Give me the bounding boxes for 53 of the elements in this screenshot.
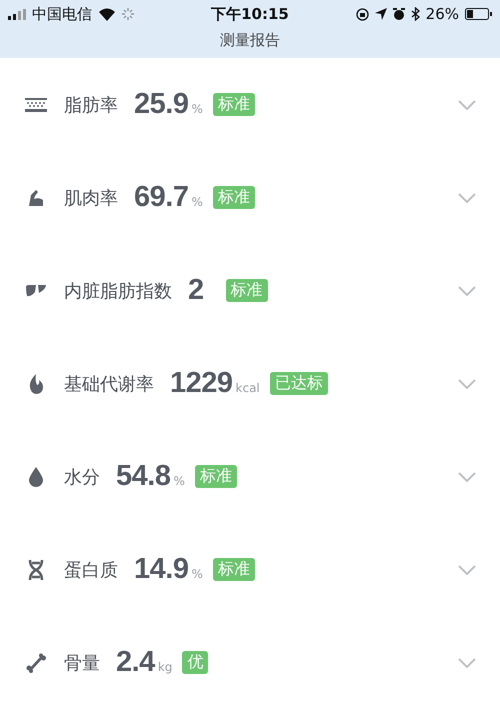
metric-name: 脂肪率 bbox=[64, 94, 118, 116]
alarm-clock-icon bbox=[392, 8, 405, 20]
flexed-arm-icon bbox=[27, 188, 45, 206]
status-tag: 标准 bbox=[212, 558, 255, 581]
status-time: 下午10:15 bbox=[211, 4, 289, 24]
metric-value: 2 bbox=[188, 274, 204, 307]
metric-value: 54.8 bbox=[116, 460, 170, 493]
signal-icon bbox=[8, 8, 26, 20]
metric-value: 25.9 bbox=[134, 88, 188, 121]
metric-name: 水分 bbox=[64, 466, 100, 488]
carrier-name: 中国电信 bbox=[32, 4, 92, 24]
chevron-icon[interactable] bbox=[458, 378, 476, 388]
metric-unit: kg bbox=[158, 660, 172, 674]
page-title: 测量报告 bbox=[219, 31, 281, 50]
chevron-icon[interactable] bbox=[458, 658, 476, 668]
chevron-icon[interactable] bbox=[458, 286, 476, 296]
metric-value: 2.4 bbox=[116, 646, 155, 679]
dna-icon bbox=[28, 558, 44, 580]
metric-unit: % bbox=[173, 474, 185, 488]
metric-value: 14.9 bbox=[134, 553, 188, 586]
status-tag: 已达标 bbox=[270, 372, 328, 395]
loading-icon bbox=[122, 8, 134, 20]
metric-value: 69.7 bbox=[134, 181, 188, 214]
metric-value: 1229 bbox=[170, 367, 233, 400]
chevron-icon[interactable] bbox=[458, 100, 476, 110]
status-tag: 标准 bbox=[212, 186, 255, 209]
rotation-lock-icon bbox=[356, 8, 369, 20]
metric-name: 骨量 bbox=[64, 652, 100, 674]
bluetooth-icon bbox=[410, 7, 420, 21]
status-tag: 标准 bbox=[194, 465, 237, 488]
metric-name: 蛋白质 bbox=[64, 558, 118, 582]
chevron-icon[interactable] bbox=[458, 564, 476, 574]
metric-name: 内脏脂肪指数 bbox=[64, 280, 172, 302]
metric-unit: % bbox=[191, 102, 203, 116]
metric-unit: kcal bbox=[236, 380, 260, 394]
metric-unit: % bbox=[191, 194, 203, 208]
metric-name: 基础代谢率 bbox=[64, 372, 154, 396]
flame-icon bbox=[27, 372, 45, 394]
status-tag: 优 bbox=[182, 651, 208, 674]
battery-icon bbox=[465, 8, 492, 20]
location-arrow-icon bbox=[374, 8, 387, 20]
metric-name: 肌肉率 bbox=[64, 186, 118, 210]
status-tag: 标准 bbox=[226, 279, 268, 302]
water-drop-icon bbox=[28, 466, 44, 488]
metric-unit: % bbox=[191, 566, 203, 580]
liver-icon bbox=[25, 284, 47, 298]
chevron-icon[interactable] bbox=[458, 192, 476, 202]
status-tag: 标准 bbox=[212, 93, 255, 116]
bone-icon bbox=[26, 652, 46, 672]
wifi-icon bbox=[98, 8, 116, 20]
chevron-icon[interactable] bbox=[458, 472, 476, 482]
battery-percent: 26% bbox=[426, 5, 459, 23]
fat-layer-icon bbox=[25, 98, 47, 112]
